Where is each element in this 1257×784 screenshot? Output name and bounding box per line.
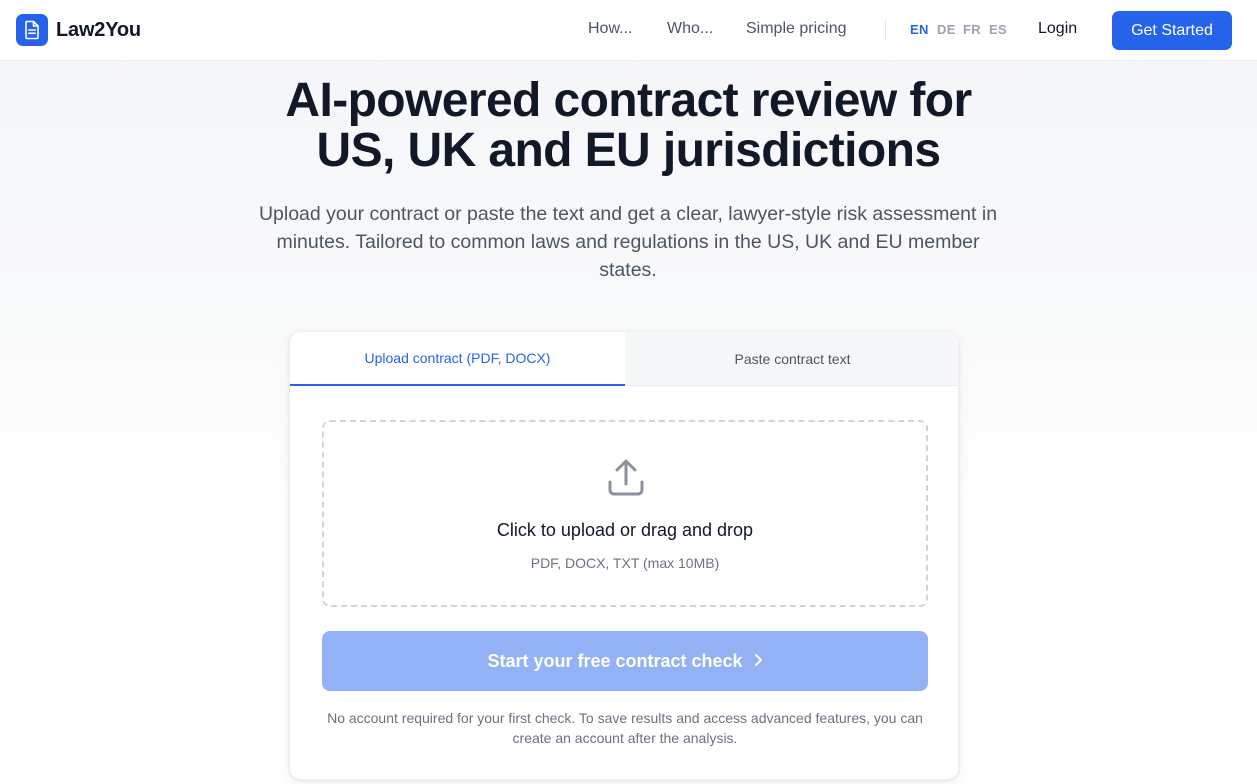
- login-link[interactable]: Login: [1038, 20, 1077, 38]
- language-fr[interactable]: FR: [963, 22, 981, 37]
- file-dropzone[interactable]: Click to upload or drag and drop PDF, DO…: [322, 420, 928, 607]
- tab-upload-contract[interactable]: Upload contract (PDF, DOCX): [290, 332, 625, 386]
- nav-link-how[interactable]: How...: [588, 20, 632, 38]
- nav-link-pricing[interactable]: Simple pricing: [746, 20, 846, 38]
- document-icon: [16, 14, 48, 46]
- input-mode-tabs: Upload contract (PDF, DOCX) Paste contra…: [290, 332, 958, 386]
- hero-title-line-1: AI-powered contract review for: [285, 74, 972, 127]
- hero-subtitle: Upload your contract or paste the text a…: [258, 203, 998, 281]
- nav-divider: [885, 19, 886, 41]
- language-es[interactable]: ES: [989, 22, 1007, 37]
- dropzone-hint: PDF, DOCX, TXT (max 10MB): [530, 555, 720, 571]
- start-contract-check-label: Start your free contract check: [487, 650, 743, 671]
- tab-paste-text[interactable]: Paste contract text: [625, 332, 958, 386]
- nav-link-who[interactable]: Who...: [667, 20, 713, 38]
- hero-title-line-2: US, UK and EU jurisdictions: [316, 124, 941, 177]
- top-nav-bar: Law2You How... Who... Simple pricing EN …: [0, 0, 1257, 61]
- get-started-button[interactable]: Get Started: [1112, 11, 1232, 50]
- upload-icon: [604, 456, 648, 500]
- brand-name: Law2You: [56, 18, 141, 41]
- chevron-right-icon: [753, 651, 763, 672]
- account-footnote: No account required for your first check…: [327, 710, 923, 746]
- start-contract-check-button[interactable]: Start your free contract check: [322, 631, 928, 691]
- contract-input-card: Upload contract (PDF, DOCX) Paste contra…: [289, 331, 959, 780]
- hero-title: AI-powered contract review for US, UK an…: [0, 76, 1257, 176]
- dropzone-title: Click to upload or drag and drop: [496, 520, 754, 540]
- language-en[interactable]: EN: [910, 22, 929, 37]
- language-de[interactable]: DE: [937, 22, 956, 37]
- brand-logo-link[interactable]: Law2You: [16, 14, 141, 46]
